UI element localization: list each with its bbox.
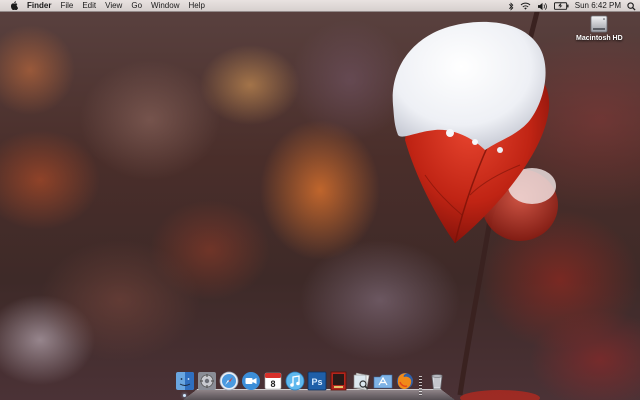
menu-help[interactable]: Help <box>188 0 204 12</box>
system-preferences-icon[interactable] <box>197 371 217 391</box>
menu-view[interactable]: View <box>105 0 122 12</box>
photo-booth-icon[interactable] <box>329 371 349 391</box>
macintosh-hd-desktop-icon[interactable]: Macintosh HD <box>576 14 623 42</box>
photoshop-icon[interactable]: Ps <box>307 371 327 391</box>
menu-bar: Finder File Edit View Go Window Help Sun… <box>0 0 640 12</box>
wallpaper-leaf-art <box>392 0 558 400</box>
dock: 8 Ps <box>176 370 455 400</box>
apple-icon[interactable] <box>9 1 19 11</box>
applications-folder-icon[interactable] <box>373 371 393 391</box>
safari-icon[interactable] <box>219 371 239 391</box>
menu-go[interactable]: Go <box>131 0 142 12</box>
finder-icon[interactable] <box>175 371 195 391</box>
itunes-icon[interactable] <box>285 371 305 391</box>
menu-file[interactable]: File <box>60 0 73 12</box>
wifi-icon[interactable] <box>520 0 531 12</box>
calendar-date-badge: 8 <box>270 379 275 389</box>
trash-icon[interactable] <box>427 371 447 391</box>
macintosh-hd-label: Macintosh HD <box>576 35 623 42</box>
menu-app-finder[interactable]: Finder <box>27 0 51 12</box>
desktop[interactable]: Finder File Edit View Go Window Help Sun… <box>0 0 640 400</box>
menu-edit[interactable]: Edit <box>82 0 96 12</box>
calendar-icon[interactable]: 8 <box>263 371 283 391</box>
menu-bar-status-area: Sun 6:42 PM <box>508 0 636 12</box>
volume-icon[interactable] <box>537 0 548 12</box>
photoshop-badge: Ps <box>311 377 322 387</box>
battery-icon[interactable] <box>553 0 569 12</box>
spotlight-search-icon[interactable] <box>627 0 636 12</box>
bluetooth-icon[interactable] <box>508 0 514 12</box>
finder-running-indicator <box>183 394 186 397</box>
preview-icon[interactable] <box>351 371 371 391</box>
firefox-icon[interactable] <box>395 371 415 391</box>
facetime-icon[interactable] <box>241 371 261 391</box>
dock-separator[interactable] <box>419 376 422 396</box>
menu-bar-clock[interactable]: Sun 6:42 PM <box>575 0 621 12</box>
menu-window[interactable]: Window <box>151 0 179 12</box>
hard-drive-icon <box>589 14 609 34</box>
